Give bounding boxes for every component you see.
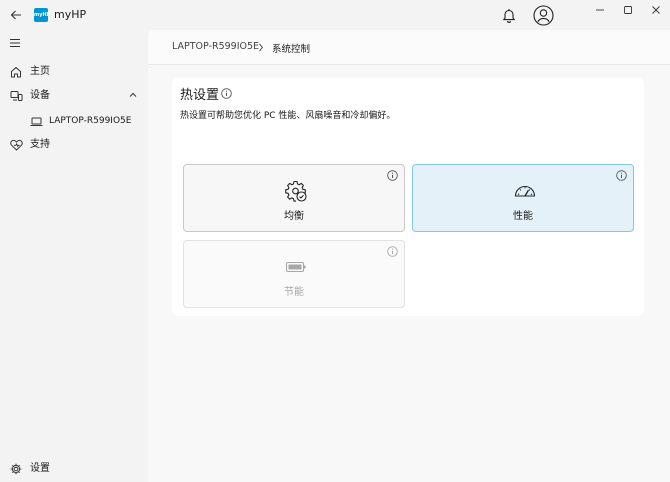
sidebar-item-label: 设备 [30, 90, 50, 101]
gear-icon [9, 462, 23, 476]
mode-label: 均衡 [284, 211, 304, 222]
close-icon [652, 6, 660, 14]
sidebar: 主页 设备 LAPTOP-R599IO5E 支持 设置 [0, 30, 148, 482]
speedometer-icon [513, 179, 537, 203]
mode-tile-balanced[interactable]: 均衡 [183, 164, 405, 232]
hp-logo: myHP [34, 8, 50, 22]
page-title: 系统控制 [272, 44, 311, 55]
battery-icon [284, 255, 308, 279]
main-content: LAPTOP-R599IO5E 系统控制 热设置 热设置可帮助您优化 PC 性能… [148, 30, 670, 482]
bell-icon [502, 8, 516, 23]
info-icon[interactable] [220, 87, 232, 99]
maximize-button[interactable] [618, 2, 638, 18]
info-icon[interactable] [386, 245, 398, 257]
menu-toggle-button[interactable] [8, 36, 22, 50]
mode-label: 节能 [284, 287, 304, 298]
sidebar-item-settings[interactable]: 设置 [0, 458, 148, 480]
sidebar-item-label: 支持 [30, 139, 50, 150]
support-icon [9, 138, 23, 152]
home-icon [9, 65, 23, 79]
account-button[interactable] [532, 4, 554, 26]
sidebar-item-support[interactable]: 支持 [0, 134, 148, 156]
sidebar-item-label: 主页 [30, 66, 50, 77]
sidebar-item-laptop[interactable]: LAPTOP-R599IO5E [0, 110, 148, 132]
chevron-up-icon[interactable] [127, 89, 139, 101]
chevron-right-icon [256, 41, 266, 53]
devices-icon [9, 89, 23, 103]
section-title: 热设置 [180, 88, 220, 103]
thermal-settings-card: 热设置 热设置可帮助您优化 PC 性能、风扇噪音和冷却偏好。 均衡 性能 节能 [172, 78, 644, 316]
breadcrumb-device-link[interactable]: LAPTOP-R599IO5E [172, 41, 259, 52]
info-icon[interactable] [386, 169, 398, 181]
notifications-button[interactable] [500, 6, 518, 24]
sidebar-item-label: LAPTOP-R599IO5E [49, 116, 132, 126]
back-button[interactable] [6, 5, 26, 25]
info-icon[interactable] [615, 169, 627, 181]
gear-check-icon [284, 179, 308, 203]
laptop-icon [29, 114, 43, 128]
section-description: 热设置可帮助您优化 PC 性能、风扇噪音和冷却偏好。 [180, 111, 396, 121]
mode-tile-performance[interactable]: 性能 [412, 164, 634, 232]
user-avatar-icon [532, 4, 554, 26]
back-arrow-icon [10, 10, 21, 20]
minimize-button[interactable] [590, 2, 610, 18]
minimize-icon [596, 9, 604, 11]
sidebar-item-home[interactable]: 主页 [0, 61, 148, 83]
sidebar-item-label: 设置 [30, 463, 50, 474]
mode-tile-power-saver: 节能 [183, 240, 405, 308]
mode-label: 性能 [513, 211, 533, 222]
maximize-icon [624, 6, 632, 14]
sidebar-item-devices[interactable]: 设备 [0, 85, 148, 107]
title-bar: myHP myHP [0, 0, 670, 30]
hamburger-icon [10, 39, 20, 47]
breadcrumb: LAPTOP-R599IO5E 系统控制 [148, 30, 670, 65]
close-button[interactable] [646, 2, 666, 18]
app-title: myHP [54, 8, 87, 21]
